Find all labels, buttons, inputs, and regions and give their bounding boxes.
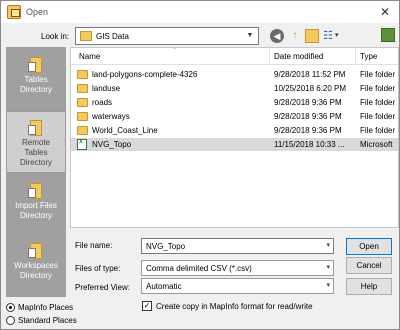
place-tables-directory[interactable]: Tables Directory <box>6 49 66 109</box>
place-label: Directory <box>19 211 52 220</box>
directory-icon <box>28 183 42 199</box>
list-item[interactable]: landuse 10/25/2018 6:20 PM File folder <box>71 82 398 95</box>
preferred-view-select[interactable]: Automatic ▾ <box>141 278 334 294</box>
file-date: 9/28/2018 11:52 PM <box>274 70 346 79</box>
standard-places-label: Standard Places <box>18 316 77 325</box>
column-header-name[interactable]: Name <box>79 52 100 61</box>
create-copy-checkbox[interactable]: ✓ <box>142 301 152 311</box>
file-type: File folder <box>360 112 396 121</box>
file-list[interactable]: ^ Name Date modified Type land-polygons-… <box>70 47 399 228</box>
file-date: 9/28/2018 9:36 PM <box>274 126 342 135</box>
image-icon[interactable] <box>381 28 395 42</box>
open-dialog: Open ✕ Look in: GIS Data ▼ ◀ ↑ ☷ ▾ Table… <box>0 0 400 330</box>
column-divider[interactable] <box>269 48 270 65</box>
folder-icon <box>77 84 88 93</box>
file-name: waterways <box>92 112 130 121</box>
list-item[interactable]: World_Coast_Line 9/28/2018 9:36 PM File … <box>71 124 398 137</box>
file-name-value: NVG_Topo <box>146 242 186 251</box>
folder-icon <box>77 112 88 121</box>
open-button[interactable]: Open <box>346 238 392 255</box>
list-item[interactable]: waterways 9/28/2018 9:36 PM File folder <box>71 110 398 123</box>
chevron-down-icon[interactable]: ▼ <box>244 30 256 42</box>
column-divider[interactable] <box>355 48 356 65</box>
file-type-value: Comma delimited CSV (*.csv) <box>146 264 252 273</box>
file-name: land-polygons-complete-4326 <box>92 70 198 79</box>
view-menu-icon[interactable]: ☷ <box>321 29 335 43</box>
file-date: 9/28/2018 9:36 PM <box>274 112 342 121</box>
mapinfo-places-radio[interactable] <box>6 303 15 312</box>
file-name-field[interactable]: NVG_Topo ▾ <box>141 238 334 254</box>
place-remote-tables-directory[interactable]: Remote Tables Directory <box>6 111 66 173</box>
window-title: Open <box>26 7 49 17</box>
chevron-down-icon[interactable]: ▾ <box>326 281 330 289</box>
column-header-date[interactable]: Date modified <box>274 52 323 61</box>
places-bar: Tables Directory Remote Tables Directory… <box>6 47 66 297</box>
folder-icon <box>77 98 88 107</box>
file-type: File folder <box>360 98 396 107</box>
file-name: NVG_Topo <box>92 140 132 149</box>
file-type-label: Files of type: <box>75 264 121 273</box>
folder-icon <box>77 70 88 79</box>
folder-icon <box>80 31 92 41</box>
file-type: File folder <box>360 70 396 79</box>
mapinfo-places-label: MapInfo Places <box>18 303 74 312</box>
list-item[interactable]: NVG_Topo 11/15/2018 10:33 ... Microsoft <box>71 138 398 151</box>
file-name: roads <box>92 98 113 107</box>
file-type: Microsoft <box>360 140 393 149</box>
place-label: Directory <box>19 85 52 94</box>
place-workspaces-directory[interactable]: Workspaces Directory <box>6 235 66 295</box>
cancel-button[interactable]: Cancel <box>346 257 392 274</box>
folder-icon <box>77 126 88 135</box>
view-menu-caret-icon[interactable]: ▾ <box>335 31 339 39</box>
file-date: 10/25/2018 6:20 PM <box>274 84 347 93</box>
look-in-value: GIS Data <box>96 32 129 41</box>
place-label: Directory <box>19 158 52 167</box>
directory-icon <box>28 57 42 73</box>
file-type: File folder <box>360 84 396 93</box>
file-name-label: File name: <box>75 241 113 250</box>
list-item[interactable]: land-polygons-complete-4326 9/28/2018 11… <box>71 68 398 81</box>
help-button[interactable]: Help <box>346 278 392 295</box>
sort-indicator-icon: ^ <box>173 47 176 53</box>
place-label: Tables <box>24 75 48 84</box>
place-label: Remote <box>21 138 50 147</box>
file-type: File folder <box>360 126 396 135</box>
file-name: World_Coast_Line <box>92 126 158 135</box>
place-label: Workspaces <box>14 261 58 270</box>
column-header-type[interactable]: Type <box>360 52 377 61</box>
file-date: 11/15/2018 10:33 ... <box>274 140 345 149</box>
preferred-view-label: Preferred View: <box>75 283 130 292</box>
close-icon[interactable]: ✕ <box>377 4 393 20</box>
place-import-files-directory[interactable]: Import Files Directory <box>6 175 66 235</box>
chevron-down-icon[interactable]: ▾ <box>326 241 330 249</box>
directory-icon <box>28 120 42 136</box>
chevron-down-icon[interactable]: ▾ <box>326 263 330 271</box>
up-folder-icon[interactable]: ↑ <box>288 29 302 43</box>
file-type-select[interactable]: Comma delimited CSV (*.csv) ▾ <box>141 260 334 276</box>
create-copy-label: Create copy in MapInfo format for read/w… <box>156 302 313 311</box>
file-date: 9/28/2018 9:36 PM <box>274 98 342 107</box>
csv-file-icon <box>77 138 87 150</box>
preferred-view-value: Automatic <box>146 282 182 291</box>
directory-icon <box>28 243 42 259</box>
place-label: Tables <box>24 148 48 157</box>
standard-places-radio[interactable] <box>6 316 15 325</box>
list-item[interactable]: roads 9/28/2018 9:36 PM File folder <box>71 96 398 109</box>
file-name: landuse <box>92 84 121 93</box>
app-icon <box>7 5 21 19</box>
look-in-combo[interactable]: GIS Data ▼ <box>75 27 259 45</box>
place-label: Directory <box>19 271 52 280</box>
new-folder-icon[interactable] <box>305 29 319 43</box>
title-bar: Open ✕ <box>1 1 399 23</box>
file-list-header: ^ Name Date modified Type <box>71 47 398 65</box>
look-in-label: Look in: <box>41 32 70 41</box>
back-icon[interactable]: ◀ <box>270 29 284 43</box>
place-label: Import Files <box>15 201 57 210</box>
